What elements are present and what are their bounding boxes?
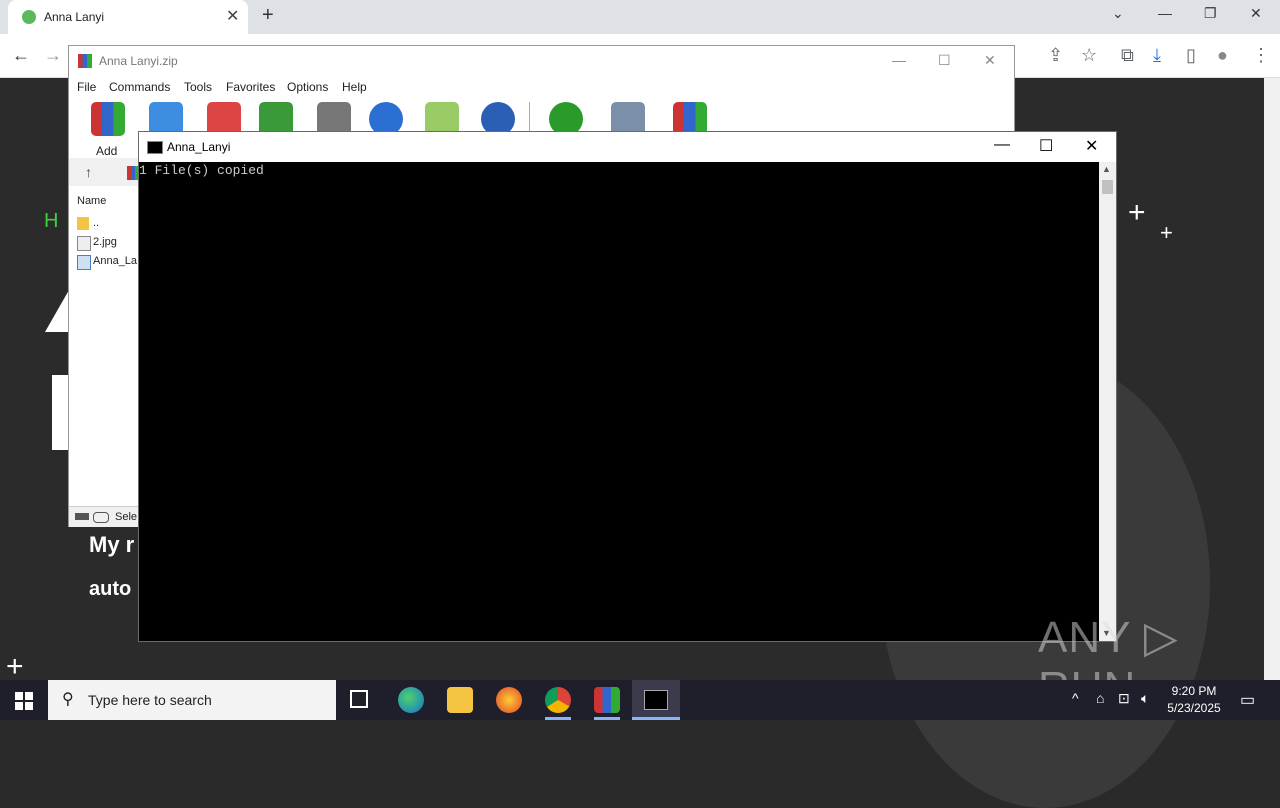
- taskbar-search-box[interactable]: ⚲ Type here to search: [48, 680, 336, 720]
- download-icon[interactable]: ⤓: [1153, 45, 1161, 66]
- chrome-close-button[interactable]: ✕: [1250, 5, 1262, 22]
- tray-chevron-icon[interactable]: ^: [1072, 690, 1079, 706]
- browser-tab-strip: Anna Lanyi ✕ + ⌄ — ❐ ✕: [0, 0, 1280, 34]
- network-icon[interactable]: ⊡: [1118, 690, 1130, 707]
- task-view-icon[interactable]: [350, 690, 368, 708]
- winrar-title: Anna Lanyi.zip: [99, 54, 178, 68]
- list-item[interactable]: Anna_La: [93, 255, 137, 267]
- cmd-scroll-thumb[interactable]: [1102, 180, 1113, 194]
- menu-commands[interactable]: Commands: [109, 80, 170, 94]
- intro-text-line2: auto: [89, 578, 132, 600]
- winrar-path-bar: ↑: [69, 158, 139, 186]
- favicon-icon: [22, 10, 36, 24]
- scroll-up-icon[interactable]: ▲: [1102, 164, 1111, 174]
- column-header-name[interactable]: Name: [77, 195, 106, 207]
- clock-date[interactable]: 5/23/2025: [1160, 701, 1228, 715]
- winrar-app-icon: [78, 54, 92, 68]
- cmd-output-text[interactable]: 1 File(s) copied: [139, 163, 264, 178]
- winrar-minimize-button[interactable]: —: [892, 52, 906, 68]
- extensions-icon[interactable]: ⧉: [1121, 45, 1134, 66]
- up-arrow-icon[interactable]: ↑: [85, 164, 92, 180]
- share-icon[interactable]: ⇪: [1048, 45, 1063, 66]
- winrar-status-bar: Sele: [69, 506, 139, 527]
- file-icon: [77, 255, 91, 270]
- chrome-menu-icon[interactable]: ⋮: [1252, 45, 1270, 66]
- chrome-icon[interactable]: [545, 687, 571, 713]
- sparkle-icon: +: [1128, 196, 1146, 229]
- menu-options[interactable]: Options: [287, 80, 328, 94]
- search-icon: ⚲: [62, 691, 74, 708]
- sparkle-icon: +: [6, 650, 24, 683]
- sparkle-icon: +: [1160, 220, 1173, 245]
- folder-icon: [77, 217, 89, 230]
- heading-letter-fragment: [52, 375, 68, 450]
- windows-logo-icon: [15, 692, 33, 710]
- side-panel-icon[interactable]: ▯: [1186, 45, 1196, 66]
- page-scrollbar[interactable]: [1264, 78, 1280, 680]
- search-placeholder: Type here to search: [88, 692, 212, 708]
- intro-text-line1: My r: [89, 532, 135, 557]
- start-button[interactable]: [0, 680, 48, 720]
- cmd-taskbar-icon: [644, 690, 668, 710]
- winrar-taskbar-icon[interactable]: [594, 687, 620, 713]
- menu-help[interactable]: Help: [342, 80, 367, 94]
- list-item[interactable]: ..: [93, 217, 99, 229]
- add-button-label[interactable]: Add: [96, 144, 117, 158]
- add-icon[interactable]: [91, 102, 125, 136]
- status-text: Sele: [115, 511, 138, 523]
- notifications-icon[interactable]: ▭: [1240, 690, 1255, 710]
- firefox-icon[interactable]: [496, 687, 522, 713]
- cmd-title: Anna_Lanyi: [167, 140, 231, 154]
- tab-search-icon[interactable]: ⌄: [1112, 5, 1124, 22]
- cmd-close-button[interactable]: ✕: [1085, 136, 1098, 156]
- tab-close-icon[interactable]: ✕: [226, 6, 239, 26]
- menu-favorites[interactable]: Favorites: [226, 80, 275, 94]
- file-explorer-icon[interactable]: [447, 687, 473, 713]
- cmd-app-icon: [147, 141, 163, 154]
- browser-tab[interactable]: Anna Lanyi ✕: [8, 0, 248, 34]
- cmd-titlebar[interactable]: Anna_Lanyi — ☐ ✕: [139, 132, 1116, 162]
- taskbar: ⚲ Type here to search ^ ⌂ ⊡ 🔈︎ 9:20 PM 5…: [0, 680, 1280, 720]
- chrome-restore-button[interactable]: ❐: [1204, 5, 1217, 22]
- bookmark-star-icon[interactable]: ☆: [1081, 45, 1097, 66]
- forward-button[interactable]: →: [44, 45, 62, 66]
- new-tab-button[interactable]: +: [262, 4, 274, 27]
- image-file-icon: [77, 236, 91, 251]
- cmd-taskbar-active[interactable]: [632, 680, 680, 720]
- cmd-scrollbar[interactable]: ▲ ▼: [1099, 162, 1116, 641]
- winrar-menubar: File Commands Tools Favorites Options He…: [69, 77, 1014, 97]
- tray-device-icon[interactable]: ⌂: [1096, 690, 1104, 706]
- drive-icon: [75, 513, 89, 520]
- back-button[interactable]: ←: [12, 45, 30, 66]
- winrar-titlebar[interactable]: Anna Lanyi.zip — ☐ ✕: [69, 46, 1014, 76]
- list-item[interactable]: 2.jpg: [93, 236, 117, 248]
- profile-avatar-icon[interactable]: ●: [1217, 45, 1228, 66]
- clock-time[interactable]: 9:20 PM: [1166, 684, 1222, 698]
- cmd-window: Anna_Lanyi — ☐ ✕ 1 File(s) copied ▲ ▼: [138, 131, 1117, 642]
- winrar-file-list: [69, 187, 139, 507]
- cmd-maximize-button[interactable]: ☐: [1039, 136, 1053, 156]
- menu-tools[interactable]: Tools: [184, 80, 212, 94]
- edge-icon[interactable]: [398, 687, 424, 713]
- key-icon: [93, 512, 109, 523]
- tab-title: Anna Lanyi: [44, 10, 105, 24]
- speaker-icon[interactable]: 🔈︎: [1141, 690, 1149, 707]
- chrome-minimize-button[interactable]: —: [1158, 5, 1172, 21]
- cmd-minimize-button[interactable]: —: [994, 136, 1010, 154]
- menu-file[interactable]: File: [77, 80, 96, 94]
- winrar-maximize-button[interactable]: ☐: [938, 52, 951, 69]
- winrar-close-button[interactable]: ✕: [984, 52, 996, 69]
